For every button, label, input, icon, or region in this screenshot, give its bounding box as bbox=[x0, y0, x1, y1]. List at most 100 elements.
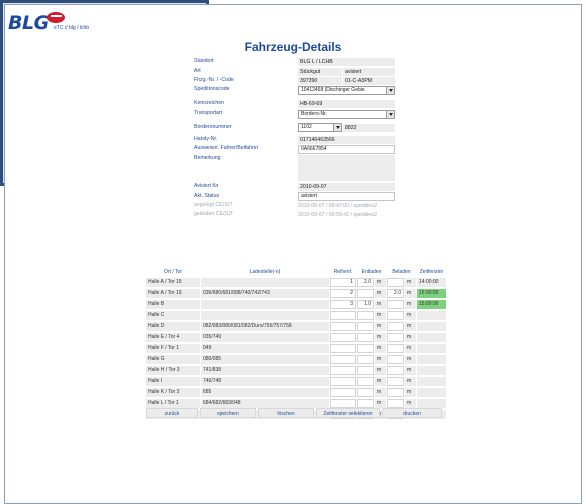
input-reihenfolge[interactable] bbox=[330, 344, 356, 353]
input-entladen[interactable] bbox=[357, 333, 374, 342]
input-beladen[interactable] bbox=[387, 355, 404, 364]
input-beladen[interactable] bbox=[387, 322, 404, 331]
cell-ort: Halle K / Tor 3 bbox=[146, 388, 200, 397]
input-entladen[interactable] bbox=[357, 377, 374, 386]
page-title: Fahrzeug-Details bbox=[244, 40, 342, 54]
unit-entladen: m bbox=[375, 278, 386, 287]
logo-flag-icon bbox=[47, 12, 65, 23]
cell-ladestelle: 746/748 bbox=[201, 377, 329, 386]
value-angelegt: 2010-09-07 / 09:47:00 / speditieu2 bbox=[298, 203, 378, 209]
value-handy[interactable]: 017146463566 bbox=[298, 136, 395, 144]
cell-ladestelle: 080/085 bbox=[201, 355, 329, 364]
save-button[interactable]: speichern bbox=[200, 408, 256, 418]
unit-entladen: m bbox=[375, 355, 386, 364]
input-entladen[interactable] bbox=[357, 355, 374, 364]
label-fhzg: Fhzg.-Nr. / -Code bbox=[194, 77, 234, 83]
unit-entladen: m bbox=[375, 289, 386, 298]
input-beladen[interactable] bbox=[387, 399, 404, 408]
input-entladen[interactable]: 1.0 bbox=[357, 300, 374, 309]
label-geaendert: geändert CE(S)T bbox=[194, 211, 234, 217]
cell-zeitfenster bbox=[417, 366, 446, 375]
input-beladen[interactable] bbox=[387, 366, 404, 375]
label-kennzeichen: Kennzeichen bbox=[194, 100, 224, 106]
cell-ort: Halle G bbox=[146, 355, 200, 364]
back-button[interactable]: zurück bbox=[146, 408, 198, 418]
chevron-down-icon bbox=[386, 111, 394, 118]
table-row: Halle C m m bbox=[146, 310, 446, 321]
input-beladen[interactable] bbox=[387, 333, 404, 342]
value-kennzeichen[interactable]: HB-69-69 bbox=[298, 100, 395, 108]
cell-ort: Halle D bbox=[146, 322, 200, 331]
input-beladen[interactable]: 2.0 bbox=[387, 289, 404, 298]
bemerkung-textarea[interactable] bbox=[298, 155, 395, 181]
label-transportart: Transportart bbox=[194, 110, 223, 116]
input-reihenfolge[interactable] bbox=[330, 399, 356, 408]
cell-ladestelle bbox=[201, 300, 329, 309]
input-reihenfolge[interactable]: 2 bbox=[330, 289, 356, 298]
unit-beladen: m bbox=[405, 355, 416, 364]
print-button[interactable]: drucken bbox=[382, 408, 442, 418]
input-beladen[interactable] bbox=[387, 311, 404, 320]
table-row: Halle E / Tor 4 035/749 m m bbox=[146, 332, 446, 343]
input-entladen[interactable] bbox=[357, 289, 374, 298]
cell-ort: Halle L / Tor 1 bbox=[146, 399, 200, 408]
value-fhzg-code: 01-C-A3PM bbox=[343, 77, 395, 85]
cell-zeitfenster: 15:00:00 bbox=[417, 289, 446, 298]
ausweis-input[interactable]: 0A6667854 bbox=[298, 145, 395, 154]
th-entladen: Entladen bbox=[361, 269, 382, 275]
input-entladen[interactable] bbox=[357, 344, 374, 353]
chevron-down-icon bbox=[386, 87, 394, 94]
cell-zeitfenster: 15:00:00 bbox=[417, 300, 446, 309]
input-reihenfolge[interactable] bbox=[330, 377, 356, 386]
bordero-select[interactable]: 1102 bbox=[298, 123, 342, 132]
label-bordero: Borderonummer bbox=[194, 124, 232, 130]
unit-beladen: m bbox=[405, 388, 416, 397]
input-entladen[interactable] bbox=[357, 388, 374, 397]
table-row: Halle F / Tor 1 049 m m bbox=[146, 343, 446, 354]
input-entladen[interactable] bbox=[357, 366, 374, 375]
unit-entladen: m bbox=[375, 311, 386, 320]
transportart-select[interactable]: Bordero-Nr. bbox=[298, 110, 395, 119]
input-entladen[interactable] bbox=[357, 322, 374, 331]
bordero-selected: 1102 bbox=[301, 124, 312, 130]
input-reihenfolge[interactable]: 1 bbox=[330, 278, 356, 287]
cell-ort: Halle B bbox=[146, 300, 200, 309]
table-row: Halle G 080/085 m m bbox=[146, 354, 446, 365]
input-reihenfolge[interactable] bbox=[330, 355, 356, 364]
input-entladen[interactable] bbox=[357, 399, 374, 408]
input-reihenfolge[interactable]: 3 bbox=[330, 300, 356, 309]
select-timeslot-button[interactable]: Zeitfenster selektieren bbox=[316, 408, 380, 418]
delete-button[interactable]: löschen bbox=[258, 408, 314, 418]
input-beladen[interactable] bbox=[387, 377, 404, 386]
cell-ladestelle: 082/083/080/081/082/Duro/756/757/758 bbox=[201, 322, 329, 331]
unit-beladen: m bbox=[405, 399, 416, 408]
spedition-select[interactable]: 10412468 (Dischinger Gebie bbox=[298, 86, 395, 95]
input-beladen[interactable] bbox=[387, 278, 404, 287]
input-beladen[interactable] bbox=[387, 388, 404, 397]
label-bemerkung: Bemerkung bbox=[194, 155, 221, 161]
unit-entladen: m bbox=[375, 366, 386, 375]
value-art-status: avisiert bbox=[343, 68, 395, 76]
unit-entladen: m bbox=[375, 399, 386, 408]
input-reihenfolge[interactable] bbox=[330, 311, 356, 320]
value-bordero-2[interactable]: 8822 bbox=[343, 124, 395, 132]
input-reihenfolge[interactable] bbox=[330, 322, 356, 331]
unit-beladen: m bbox=[405, 366, 416, 375]
input-beladen[interactable] bbox=[387, 344, 404, 353]
label-standort: Standort bbox=[194, 58, 214, 64]
unit-entladen: m bbox=[375, 388, 386, 397]
value-avisiert-fuer: 2010-09-07 bbox=[298, 183, 395, 191]
input-entladen[interactable]: 2.0 bbox=[357, 278, 374, 287]
input-reihenfolge[interactable] bbox=[330, 388, 356, 397]
cell-ort: Halle A / Tor 19 bbox=[146, 289, 200, 298]
input-entladen[interactable] bbox=[357, 311, 374, 320]
input-reihenfolge[interactable] bbox=[330, 333, 356, 342]
cell-ort: Halle H / Tor 3 bbox=[146, 366, 200, 375]
label-angelegt: angelegt CE(S)T bbox=[194, 202, 233, 208]
table-row: Halle B 3 1.0 m m 15:00:00 bbox=[146, 299, 446, 310]
input-beladen[interactable] bbox=[387, 300, 404, 309]
unit-beladen: m bbox=[405, 344, 416, 353]
input-reihenfolge[interactable] bbox=[330, 366, 356, 375]
unit-beladen: m bbox=[405, 333, 416, 342]
table-header: Ort / Tor Ladestelle(-n) Reihenf. Entlad… bbox=[146, 268, 446, 276]
